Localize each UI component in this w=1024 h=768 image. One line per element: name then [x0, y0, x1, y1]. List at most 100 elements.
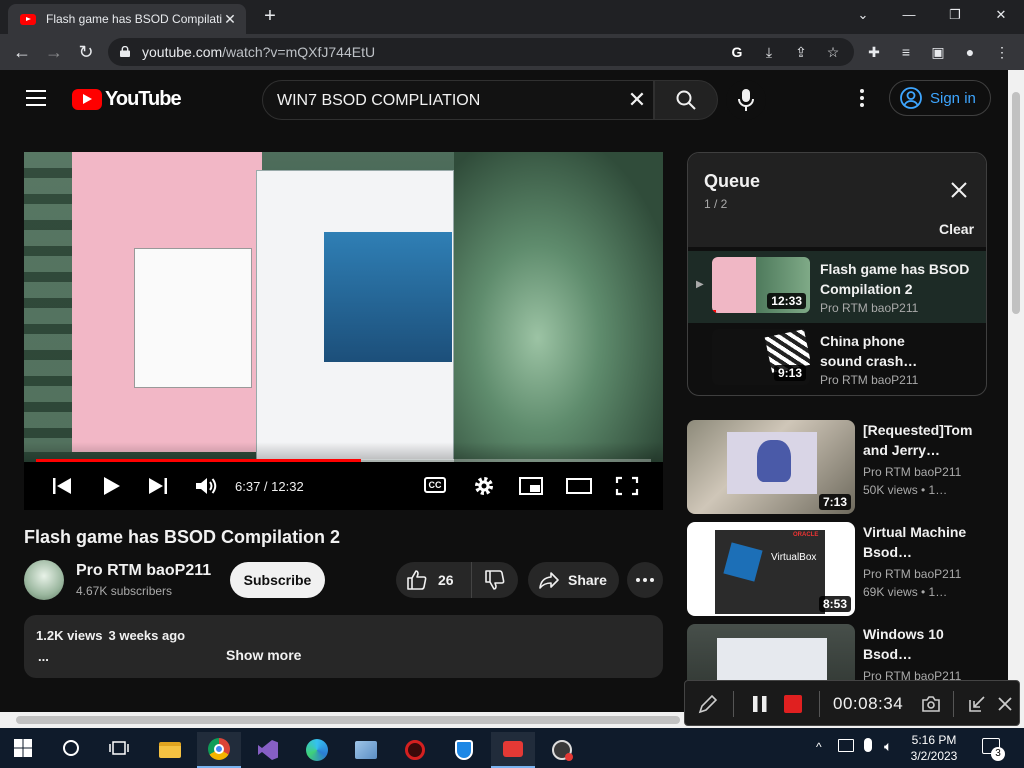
next-icon[interactable] [144, 474, 172, 498]
chrome-taskbar-icon[interactable] [197, 732, 241, 768]
view-count: 1.2K views [36, 628, 103, 643]
side-panel-icon[interactable]: ▣ [928, 42, 948, 62]
queue-thumbnail: 9:13 [712, 329, 810, 385]
browser-tab-strip: Flash game has BSOD Compilation 2 ✕ + ⌄ … [0, 0, 1024, 34]
stop-recording-icon[interactable] [784, 695, 802, 713]
queue-item[interactable]: 9:13 China phone sound crash… Pro RTM bao… [688, 323, 986, 395]
clear-search-icon[interactable]: ✕ [625, 89, 649, 113]
video-duration: 9:13 [773, 365, 806, 381]
show-more-button[interactable]: Show more [226, 647, 301, 663]
video-player[interactable]: 6:37 / 12:32 CC [24, 152, 663, 510]
theater-mode-icon[interactable] [565, 474, 593, 498]
taskbar-clock[interactable]: 5:16 PM 3/2/2023 [902, 732, 966, 764]
fullscreen-icon[interactable] [613, 474, 641, 498]
subscriber-count: 4.67K subscribers [76, 584, 173, 598]
play-icon[interactable] [96, 474, 124, 498]
reload-button[interactable]: ↻ [72, 38, 100, 66]
recommendation-meta: 50K views • 1… [863, 483, 948, 497]
settings-gear-icon[interactable] [470, 474, 498, 498]
edge-icon[interactable] [295, 732, 339, 768]
forward-button[interactable]: → [40, 38, 68, 66]
video-frame-dialog [134, 248, 252, 388]
shield-app-icon[interactable] [442, 732, 486, 768]
close-recorder-icon[interactable] [997, 696, 1013, 712]
video-duration: 12:33 [767, 293, 806, 309]
description-box[interactable]: 1.2K views 3 weeks ago ... Show more [24, 615, 663, 678]
queue-thumb-progress [712, 310, 716, 313]
task-view-icon[interactable] [109, 739, 129, 757]
file-explorer-icon[interactable] [148, 732, 192, 768]
search-button[interactable] [654, 80, 718, 120]
tab-search-icon[interactable]: ⌄ [840, 0, 886, 30]
previous-icon[interactable] [48, 474, 76, 498]
vertical-scroll-thumb[interactable] [1012, 92, 1020, 314]
recommendation-item[interactable]: ORACLE VirtualBox 8:53 Virtual Machine Bs… [687, 522, 977, 618]
screen-recorder-taskbar-icon[interactable] [491, 732, 535, 768]
recommendation-meta: 69K views • 1… [863, 585, 948, 599]
volume-tray-icon[interactable]: 🔈︎ [884, 738, 892, 755]
google-lens-icon[interactable]: G [728, 43, 746, 61]
network-icon[interactable] [838, 739, 854, 752]
tab-close-icon[interactable]: ✕ [222, 11, 238, 28]
subtitles-icon[interactable]: CC [424, 477, 446, 493]
back-button[interactable]: ← [8, 38, 36, 66]
recommendation-title: Virtual Machine Bsod… [863, 524, 967, 560]
install-app-icon[interactable]: ⤓ [760, 43, 778, 61]
volume-icon[interactable] [192, 474, 220, 498]
bookmark-star-icon[interactable]: ☆ [824, 43, 842, 61]
vertical-scrollbar[interactable] [1008, 70, 1024, 728]
subscribe-button[interactable]: Subscribe [230, 562, 325, 598]
search-input[interactable] [277, 90, 607, 112]
visual-studio-icon[interactable] [246, 732, 290, 768]
recommendation-item[interactable]: Windows 10 Bsod… Pro RTM baoP211 [687, 624, 977, 680]
more-actions-button[interactable] [627, 562, 663, 598]
share-page-icon[interactable]: ⇪ [792, 43, 810, 61]
restore-button[interactable]: ❐ [932, 0, 978, 30]
settings-more-button[interactable] [850, 86, 874, 110]
search-circle-icon[interactable] [62, 739, 80, 757]
task-manager-icon[interactable] [540, 732, 584, 768]
media-control-icon[interactable]: ≡ [896, 42, 916, 62]
channel-name[interactable]: Pro RTM baoP211 [76, 562, 211, 580]
browser-tab[interactable]: Flash game has BSOD Compilation 2 ✕ [8, 4, 246, 34]
red-app-icon[interactable] [393, 732, 437, 768]
windows-start-icon[interactable] [14, 739, 32, 757]
chrome-menu-icon[interactable]: ⋮ [992, 42, 1012, 62]
voice-search-button[interactable] [726, 80, 766, 120]
camera-screenshot-icon[interactable] [921, 695, 941, 713]
pen-annotate-icon[interactable] [697, 693, 719, 715]
queue-item-channel: Pro RTM baoP211 [820, 373, 919, 387]
description-ellipsis: ... [38, 649, 49, 664]
recommendation-item[interactable]: 7:13 [Requested]Tom and Jerry… Pro RTM ba… [687, 420, 977, 516]
dislike-button[interactable] [474, 562, 518, 598]
close-queue-icon[interactable] [948, 179, 970, 201]
extensions-icon[interactable]: ✚ [864, 42, 884, 62]
queue-item[interactable]: ▶ 12:33 Flash game has BSOD Compilation 2… [688, 251, 986, 323]
channel-avatar[interactable] [24, 560, 64, 600]
clear-queue-button[interactable]: Clear [939, 221, 974, 237]
share-button[interactable]: Share [528, 562, 619, 598]
menu-icon[interactable] [26, 90, 46, 106]
recommendation-title: [Requested]Tom and Jerry… [863, 422, 973, 458]
sign-in-button[interactable]: Sign in [889, 80, 991, 116]
progress-bar[interactable] [36, 459, 651, 462]
pause-recording-icon[interactable] [751, 694, 769, 714]
control-panel-icon[interactable] [344, 732, 388, 768]
horizontal-scroll-thumb[interactable] [16, 716, 680, 724]
new-tab-button[interactable]: + [258, 5, 282, 29]
video-frame-desktop-icons [24, 152, 72, 452]
window-close-button[interactable]: ✕ [978, 0, 1024, 30]
queue-panel: Queue 1 / 2 Clear ▶ 12:33 Flash game has… [687, 152, 987, 396]
vertical-dots-icon [860, 89, 864, 107]
like-button[interactable]: 26 [396, 562, 472, 598]
youtube-logo[interactable]: YouTube [72, 88, 182, 110]
address-bar[interactable]: youtube.com/watch?v=mQXfJ744EtU G ⤓ ⇪ ☆ [108, 38, 854, 66]
url-text: youtube.com/watch?v=mQXfJ744EtU [142, 44, 376, 60]
miniplayer-icon[interactable] [517, 474, 545, 498]
microphone-tray-icon[interactable] [864, 738, 872, 752]
collapse-recorder-icon[interactable] [967, 694, 987, 714]
upload-age: 3 weeks ago [108, 628, 186, 643]
minimize-button[interactable]: — [886, 0, 932, 30]
show-hidden-icons-icon[interactable]: ^ [816, 740, 822, 754]
profile-icon[interactable]: ● [960, 42, 980, 62]
